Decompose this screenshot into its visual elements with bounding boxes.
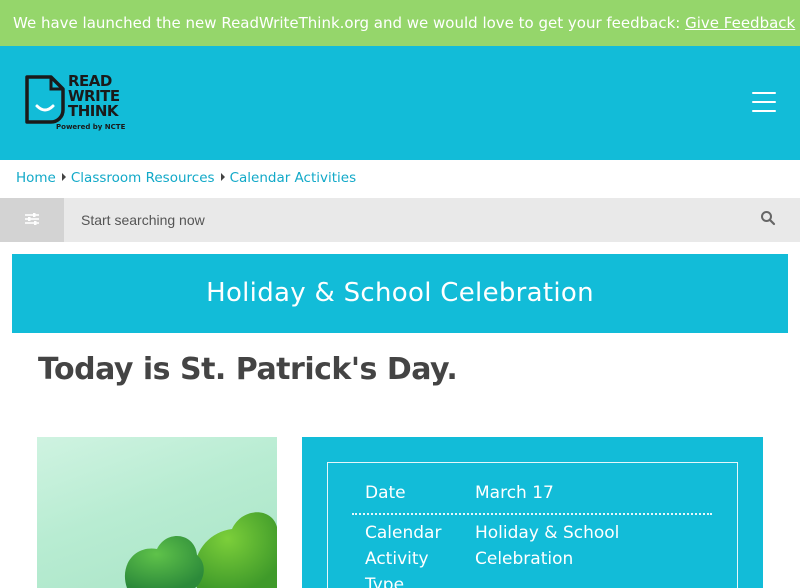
breadcrumb-calendar-activities[interactable]: Calendar Activities <box>230 170 357 186</box>
filter-button[interactable] <box>0 198 64 242</box>
logo-page-icon <box>25 75 65 124</box>
search-icon[interactable] <box>760 210 778 228</box>
shamrock-image <box>37 437 277 588</box>
caret-right-icon <box>61 173 66 181</box>
site-logo[interactable]: READ WRITE THINK Powered by NCTE <box>24 74 134 136</box>
search-input[interactable] <box>64 198 744 242</box>
search-bar <box>0 198 800 242</box>
category-title-block: Holiday & School Celebration <box>12 254 788 333</box>
shamrock-illustration <box>124 512 277 588</box>
page-title: Today is St. Patrick's Day. <box>38 352 458 387</box>
detail-label: Calendar Activity Type <box>365 523 442 588</box>
details-divider <box>352 513 712 515</box>
logo-line-think: THINK <box>68 102 119 120</box>
detail-value: Holiday & School Celebration <box>475 523 620 569</box>
detail-value: March 17 <box>475 483 554 503</box>
filter-sliders-icon <box>25 213 39 225</box>
breadcrumb-classroom-resources[interactable]: Classroom Resources <box>71 170 215 186</box>
feedback-banner: We have launched the new ReadWriteThink.… <box>0 0 800 46</box>
site-header: READ WRITE THINK Powered by NCTE <box>0 46 800 160</box>
caret-right-icon <box>220 173 225 181</box>
hamburger-icon[interactable] <box>752 92 778 112</box>
breadcrumb: Home Classroom Resources Calendar Activiti… <box>16 170 356 186</box>
category-title: Holiday & School Celebration <box>206 278 594 308</box>
logo-wordmark: READ WRITE THINK <box>68 74 120 119</box>
banner-message: We have launched the new ReadWriteThink.… <box>13 14 686 32</box>
breadcrumb-home[interactable]: Home <box>16 170 56 186</box>
detail-label: Date <box>365 483 406 503</box>
activity-details-card: Date March 17 Calendar Activity Type Hol… <box>302 437 763 588</box>
logo-tagline: Powered by NCTE <box>56 123 126 131</box>
give-feedback-link[interactable]: Give Feedback <box>685 14 795 32</box>
